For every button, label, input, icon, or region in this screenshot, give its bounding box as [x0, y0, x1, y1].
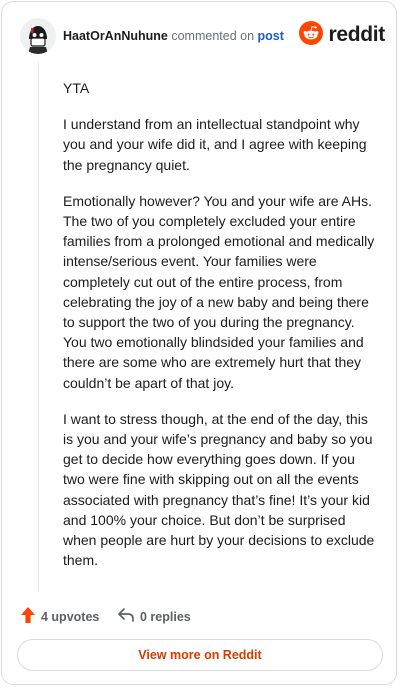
replies-button[interactable]: 0 replies: [117, 606, 191, 628]
post-link[interactable]: post: [258, 29, 284, 43]
upvote-arrow-icon: [20, 606, 36, 629]
comment-paragraph: YTA: [63, 80, 90, 96]
reddit-logo-icon: [299, 20, 324, 50]
comment-header: HaatOrAnNuhune commented on post reddit: [20, 18, 386, 54]
comment-footer: 4 upvotes 0 replies: [20, 606, 380, 628]
comment-paragraph: I want to stress though, at the end of t…: [63, 410, 375, 569]
reply-count: 0 replies: [140, 610, 191, 624]
reddit-wordmark: reddit: [328, 23, 385, 46]
comment-paragraph: Emotionally however? You and your wife a…: [63, 192, 375, 391]
username-link[interactable]: HaatOrAnNuhune: [63, 29, 168, 43]
thread-line: [38, 62, 39, 592]
comment-body: YTA I understand from an intellectual st…: [63, 78, 378, 586]
upvote-button[interactable]: 4 upvotes: [20, 606, 99, 628]
comment-embed-card: HaatOrAnNuhune commented on post reddit: [1, 1, 397, 685]
action-text: commented on: [171, 29, 255, 43]
comment-paragraph: I understand from an intellectual standp…: [63, 116, 367, 173]
avatar-icon[interactable]: [20, 18, 56, 54]
reddit-brand-link[interactable]: reddit: [299, 20, 385, 50]
upvote-count: 4 upvotes: [41, 610, 100, 624]
view-more-button[interactable]: View more on Reddit: [17, 639, 383, 671]
comment-byline: HaatOrAnNuhune commented on post: [63, 28, 284, 44]
reply-arrow-icon: [117, 607, 135, 628]
